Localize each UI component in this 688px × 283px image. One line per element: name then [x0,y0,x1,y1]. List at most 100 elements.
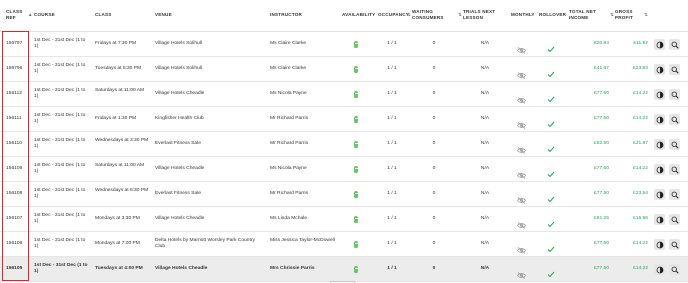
col-availability[interactable]: AVAILABILITY [342,12,375,18]
class-time: Fridays at 7:30 PM [95,41,137,46]
eye-off-icon [517,266,526,279]
gross-profit: £14.22 [633,241,648,246]
check-icon [547,240,555,253]
eye-off-icon [517,216,526,229]
col-course[interactable]: COURSE [34,12,55,18]
search-icon[interactable] [669,39,680,50]
occupancy-value: 1 / 1 [387,141,397,146]
battery-icon [354,266,358,273]
course-name: 1st Dec - 31st Dec (1 to 1) [34,63,86,75]
table-row[interactable]: 156110 1st Dec - 31st Dec (1 to 1) Wednesd… [0,132,688,157]
gross-profit: £14.22 [633,166,648,171]
table-row[interactable]: 156112 1st Dec - 31st Dec (1 to 1) Saturda… [0,82,688,107]
contrast-circle-icon[interactable] [654,89,665,100]
check-icon [547,215,555,228]
class-ref: 156109 [6,166,23,171]
check-icon [547,190,555,203]
eye-off-icon [517,241,526,254]
check-icon [547,90,555,103]
check-icon [547,115,555,128]
table-row[interactable]: 156107 1st Dec - 31st Dec (1 to 1) Mondays… [0,207,688,232]
sort-arrow-icon[interactable]: ▲ [28,12,32,18]
trials-value: N/A [480,191,490,196]
instructor-name: Ms Claire Clarke [270,41,307,46]
table-header: CLASS REF ▲ COURSE CLASS VENUE INSTRUCTO… [0,0,688,32]
sort-icon[interactable]: ⇅ [407,12,411,18]
battery-icon [354,216,358,223]
col-gross-profit[interactable]: GROSS PROFIT [615,9,643,20]
venue-name: Delta Hotels by Marriott Worsley Park Co… [155,238,255,250]
course-name: 1st Dec - 31st Dec (1 to 1) [34,213,86,225]
class-ref: 156796 [6,66,23,71]
search-icon[interactable] [669,189,680,200]
course-name: 1st Dec - 31st Dec (1 to 1) [34,38,86,50]
class-time: Wednesdays at 3:30 PM [95,138,149,143]
total-net-income: £77.50 [594,241,609,246]
class-time: Wednesdays at 6:30 PM [95,188,149,193]
trials-value: N/A [480,66,490,71]
search-icon[interactable] [669,114,680,125]
trials-value: N/A [480,241,490,246]
search-icon[interactable] [669,239,680,250]
col-venue[interactable]: VENUE [155,12,172,18]
col-total-net-income[interactable]: TOTAL NET INCOME [569,9,599,20]
sort-icon[interactable]: ⇅ [610,12,614,18]
venue-name: Village Hotels Solihull [155,41,202,46]
contrast-circle-icon[interactable] [654,64,665,75]
total-net-income: £20.84 [594,41,609,46]
trials-value: N/A [480,266,490,271]
sort-icon[interactable]: ⇅ [458,12,462,18]
occupancy-value: 1 / 1 [387,191,397,196]
col-instructor[interactable]: INSTRUCTOR [270,12,302,18]
battery-icon [354,41,358,48]
sort-icon[interactable]: ⇅ [644,12,648,18]
venue-name: Village Hotels Cheadle [155,216,205,221]
col-waiting-consumers[interactable]: WAITING CONSUMERS [412,9,448,20]
search-icon[interactable] [669,164,680,175]
search-icon[interactable] [669,264,680,275]
table-row[interactable]: 156105 1st Dec - 31st Dec (1 to 1) Tuesday… [0,257,688,282]
search-icon[interactable] [669,214,680,225]
table-row[interactable]: 156106 1st Dec - 31st Dec (1 to 1) Mondays… [0,232,688,257]
course-name: 1st Dec - 31st Dec (1 to 1) [34,163,86,175]
col-occupancy[interactable]: OCCUPANCY [378,12,409,18]
battery-icon [354,191,358,198]
contrast-circle-icon[interactable] [654,214,665,225]
instructor-name: Miss Jessica Taylor-McDowell [270,238,335,243]
col-class-ref[interactable]: CLASS REF [6,9,28,20]
table-row[interactable]: 156797 1st Dec - 31st Dec (1 to 1) Fridays… [0,32,688,57]
venue-name: Kingfisher Health Club [155,116,204,121]
search-icon[interactable] [669,64,680,75]
class-ref: 156111 [6,116,22,121]
table-row[interactable]: 156109 1st Dec - 31st Dec (1 to 1) Saturda… [0,157,688,182]
class-time: Tuesdays at 4:00 PM [95,266,143,271]
class-ref: 156110 [6,141,22,146]
table-row[interactable]: 156111 1st Dec - 31st Dec (1 to 1) Fridays… [0,107,688,132]
col-monthly[interactable]: MONTHLY [511,12,535,18]
contrast-circle-icon[interactable] [654,239,665,250]
search-icon[interactable] [669,89,680,100]
contrast-circle-icon[interactable] [654,139,665,150]
eye-off-icon [517,66,526,79]
eye-off-icon [517,116,526,129]
col-rollover[interactable]: ROLLOVER [539,12,566,18]
total-net-income: £77.50 [594,266,609,271]
class-ref: 156106 [6,241,23,246]
table-row[interactable]: 156108 1st Dec - 31st Dec (1 to 1) Wednesd… [0,182,688,207]
waiting-value: 0 [432,116,436,121]
col-class[interactable]: CLASS [95,12,112,18]
waiting-value: 0 [432,141,436,146]
contrast-circle-icon[interactable] [654,114,665,125]
trials-value: N/A [480,41,490,46]
contrast-circle-icon[interactable] [654,264,665,275]
table-row[interactable]: 156796 1st Dec - 31st Dec (1 to 1) Tuesday… [0,57,688,82]
col-trials-next-lesson[interactable]: TRIALS NEXT LESSON [463,9,501,20]
waiting-value: 0 [432,41,436,46]
contrast-circle-icon[interactable] [654,39,665,50]
contrast-circle-icon[interactable] [654,189,665,200]
instructor-name: Ms Linda Mchale [270,216,307,221]
search-icon[interactable] [669,139,680,150]
total-net-income: £77.50 [594,191,609,196]
waiting-value: 0 [432,241,436,246]
contrast-circle-icon[interactable] [654,164,665,175]
